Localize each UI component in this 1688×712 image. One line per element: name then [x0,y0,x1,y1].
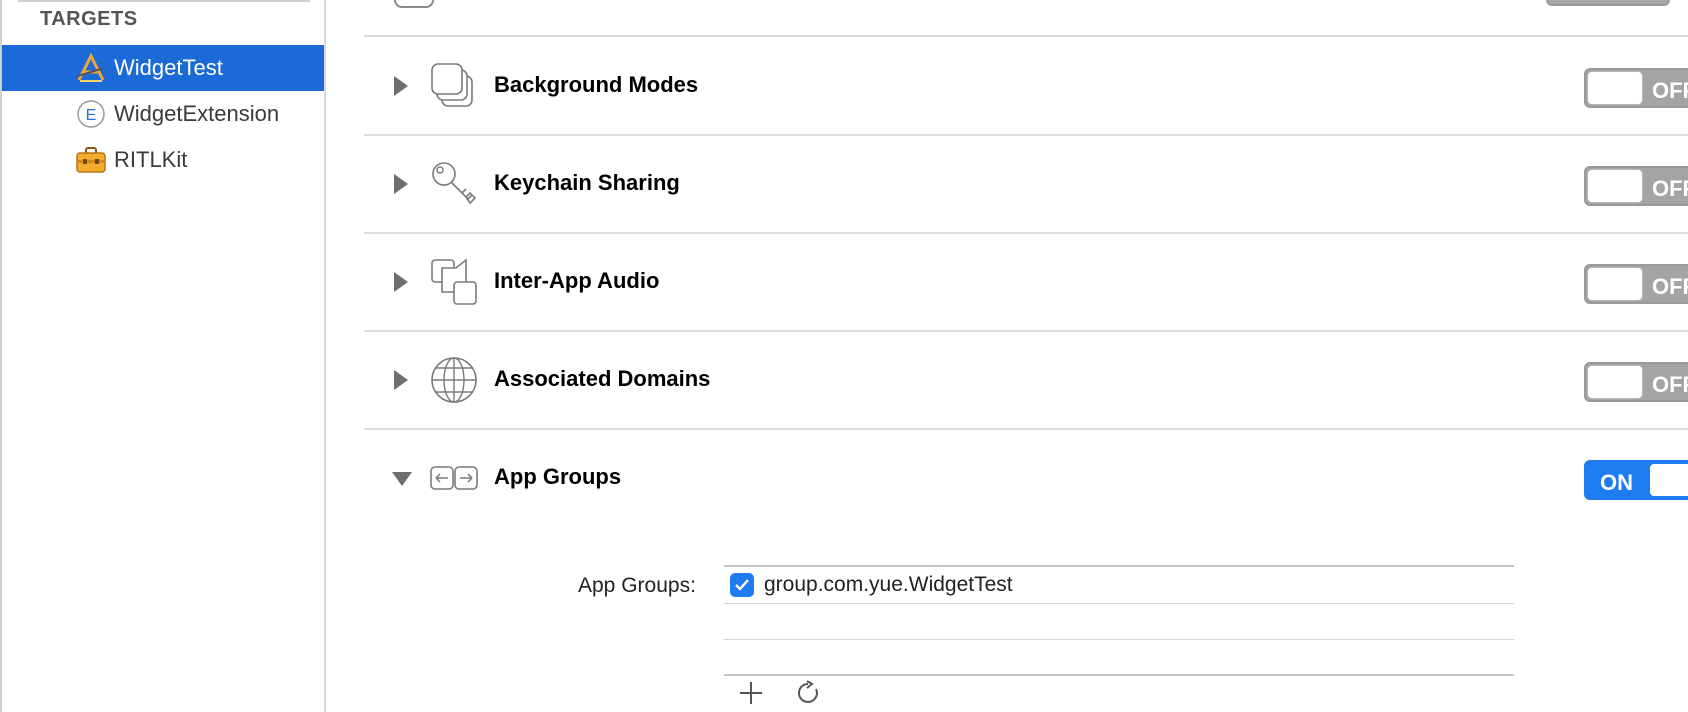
capability-keychain-sharing: Keychain Sharing OFF [364,136,1688,232]
globe-icon [428,354,480,406]
plus-icon [740,682,762,704]
background-modes-toggle[interactable]: OFF [1584,68,1688,108]
framework-toolbox-icon [74,143,108,177]
toggle-knob [1588,366,1642,398]
toggle-knob [1588,170,1642,202]
sidebar-item-label: RITLKit [114,147,188,172]
toggle-state: OFF [1652,372,1688,397]
refresh-icon [797,680,818,703]
app-groups-icon [428,452,480,504]
toggle-knob [1650,464,1688,496]
list-bottom-border [724,674,1514,676]
associated-domains-toggle[interactable]: OFF [1584,362,1688,402]
disclosure-triangle[interactable] [394,272,408,292]
capability-title: App Groups [494,464,622,489]
toggle-state: OFF [1652,274,1688,299]
key-icon [428,158,480,210]
capability-inter-app-audio: Inter-App Audio OFF [364,234,1688,330]
targets-header: TARGETS [40,8,138,30]
sidebar-item-label: WidgetTest [114,55,223,80]
row-divider [724,603,1514,604]
keychain-sharing-toggle[interactable]: OFF [1584,166,1688,206]
toggle-state: OFF [1652,78,1688,103]
checkmark-icon [735,579,749,591]
partial-capability-icon [394,0,434,8]
divider [364,35,1688,37]
capability-title: Background Modes [494,72,699,97]
app-groups-label: App Groups: [578,574,696,597]
app-target-icon [74,51,108,85]
toggle-state: ON [1600,470,1633,495]
sidebar-item-widgettest[interactable]: WidgetTest [2,45,324,91]
sidebar-divider [18,0,310,2]
inter-app-audio-icon [428,256,480,308]
sidebar-item-ritlkit[interactable]: RITLKit [2,137,324,183]
capability-app-groups: App Groups ON [364,430,1688,526]
disclosure-triangle[interactable] [394,174,408,194]
refresh-groups-button[interactable] [794,678,824,708]
group-checkbox[interactable] [730,573,754,597]
capability-title: Keychain Sharing [494,170,680,195]
toggle-state: OFF [1652,176,1688,201]
disclosure-triangle[interactable] [394,370,408,390]
extension-icon: E [74,97,108,131]
row-divider [724,639,1514,640]
background-modes-icon [428,60,480,112]
capabilities-pane: Background Modes OFF Keychain Sharing OF… [326,0,1688,712]
targets-sidebar: TARGETS WidgetTest E WidgetExtension RIT… [0,0,326,712]
svg-text:E: E [86,107,97,124]
toggle-knob [1588,72,1642,104]
capability-title: Associated Domains [494,366,711,391]
capability-title: Inter-App Audio [494,268,660,293]
list-item[interactable]: group.com.yue.WidgetTest [724,567,1514,603]
sidebar-item-label: WidgetExtension [114,101,280,126]
partial-capability-switch[interactable] [1546,0,1670,6]
app-groups-toggle[interactable]: ON [1584,460,1688,500]
capability-associated-domains: Associated Domains OFF [364,332,1688,428]
add-group-button[interactable] [736,678,766,708]
disclosure-triangle[interactable] [392,472,412,486]
inter-app-audio-toggle[interactable]: OFF [1584,264,1688,304]
group-name: group.com.yue.WidgetTest [764,573,1013,596]
capability-background-modes: Background Modes OFF [364,38,1688,134]
disclosure-triangle[interactable] [394,76,408,96]
sidebar-item-widgetextension[interactable]: E WidgetExtension [2,91,324,137]
toggle-knob [1588,268,1642,300]
